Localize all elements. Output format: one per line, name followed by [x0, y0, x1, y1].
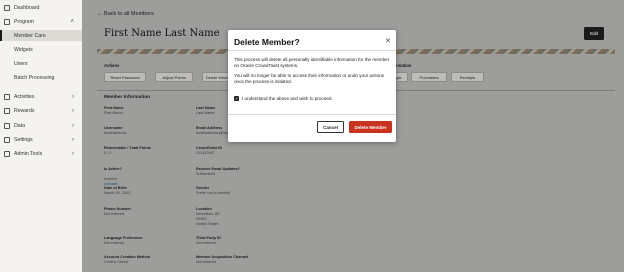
field-first-name: First Name First Name: [104, 106, 124, 116]
page-title: First Name Last Name: [104, 28, 220, 39]
field-value: 0 / 0: [104, 151, 112, 155]
sidebar-item-activities[interactable]: Activities ›: [0, 91, 82, 102]
sidebar-item-label: Program: [14, 18, 34, 25]
delete-member-dialog: Delete Member? ✕ This process will delet…: [228, 30, 396, 142]
field-value: Subscribed: [196, 172, 215, 176]
field-value: Prefer not to identify: [196, 191, 230, 195]
field-value: Not entered: [104, 212, 124, 216]
activities-icon: [4, 93, 10, 100]
dialog-divider: [228, 114, 396, 115]
sidebar-item-label: Member Care: [14, 32, 46, 39]
field-value: Ketchikan, AK 99950 United States: [196, 212, 220, 226]
field-value-row: Inactive Activate: [104, 172, 122, 187]
field-value: Not entered: [196, 241, 216, 245]
adjust-points-button[interactable]: Adjust Points: [155, 72, 193, 82]
field-last-name: Last Name Last Name: [196, 106, 215, 116]
program-icon: [4, 18, 10, 25]
sidebar-item-settings[interactable]: Settings ›: [0, 134, 82, 145]
sidebar-item-label: Settings: [14, 136, 33, 143]
field-points: Redeemable / Total Points 0 / 0: [104, 146, 151, 156]
field-value: emailaddress@fake: [196, 131, 230, 135]
dialog-divider: [228, 50, 396, 51]
field-is-active: Is Active? Inactive Activate: [104, 167, 122, 187]
sidebar-item-batch-processing[interactable]: Batch Processing: [0, 72, 82, 83]
sidebar-item-label: Admin Tools: [14, 150, 43, 157]
sidebar-item-dashboard[interactable]: Dashboard: [0, 2, 82, 13]
chevron-right-icon: ›: [72, 150, 74, 157]
sidebar-item-label: Rewards: [14, 107, 35, 114]
field-language-preference: Language Preference Not entered: [104, 236, 143, 246]
field-value: 211437687: [196, 151, 215, 155]
sidebar-item-label: Widgets: [14, 46, 33, 53]
dialog-message-2: You will no longer be able to access the…: [234, 73, 384, 85]
field-value: Inactive: [104, 177, 118, 181]
sidebar-item-member-care[interactable]: Member Care: [0, 30, 82, 41]
confirm-checkbox-label: I understand the above and wish to proce…: [242, 96, 333, 101]
dialog-title: Delete Member?: [234, 37, 300, 47]
confirm-checkbox-row[interactable]: ✓ I understand the above and wish to pro…: [234, 96, 333, 101]
field-username: Username emailaddress: [104, 126, 127, 136]
field-value: Not entered: [104, 241, 124, 245]
field-acquisition-channel: Member Acquisition Channel Not entered: [196, 255, 248, 265]
field-location: Location Ketchikan, AK 99950 United Stat…: [196, 207, 220, 227]
sidebar-item-label: Users: [14, 60, 28, 67]
sidebar-item-label: Batch Processing: [14, 74, 55, 81]
chevron-right-icon: ›: [72, 107, 74, 114]
arrow-left-icon: ←: [97, 11, 103, 17]
information-section-label: rmation: [396, 63, 412, 68]
sidebar-item-data[interactable]: Data ›: [0, 120, 82, 131]
edit-button[interactable]: Edit: [584, 27, 604, 40]
field-date-of-birth: Date of Birth March 30, 2003: [104, 186, 130, 196]
confirm-checkbox[interactable]: ✓: [234, 96, 239, 101]
actions-section-label: Actions: [104, 63, 120, 68]
receipts-button[interactable]: Receipts: [451, 72, 484, 82]
field-email-address: Email Address emailaddress@fake: [196, 126, 230, 136]
field-value: emailaddress: [104, 131, 127, 135]
dialog-message-1: This process will delete all personally …: [234, 57, 390, 69]
sidebar-item-admin-tools[interactable]: Admin Tools ›: [0, 148, 82, 159]
back-link-label: Back to all Members: [104, 11, 154, 17]
field-email-updates: Receive Email Updates? Subscribed: [196, 167, 240, 177]
field-label: Is Active?: [104, 167, 122, 171]
close-icon[interactable]: ✕: [385, 37, 391, 45]
field-account-creation-method: Account Creation Method Control Center: [104, 255, 150, 265]
field-value: Not entered: [196, 260, 216, 264]
sidebar: Dashboard Program ˄ Member Care Widgets …: [0, 0, 82, 272]
chevron-right-icon: ›: [72, 93, 74, 100]
field-value: March 30, 2003: [104, 191, 131, 195]
field-value: First Name: [104, 111, 123, 115]
sidebar-item-label: Data: [14, 122, 25, 129]
field-gender: Gender Prefer not to identify: [196, 186, 230, 196]
sidebar-item-widgets[interactable]: Widgets: [0, 44, 82, 55]
delete-member-button[interactable]: Delete Member: [349, 121, 392, 133]
sidebar-item-label: Dashboard: [14, 4, 40, 11]
purchases-button[interactable]: Purchases: [411, 72, 447, 82]
sidebar-item-users[interactable]: Users: [0, 58, 82, 69]
reset-password-button[interactable]: Reset Password: [104, 72, 146, 82]
rewards-icon: [4, 107, 10, 114]
back-link[interactable]: ← Back to all Members: [97, 11, 154, 17]
chevron-up-icon: ˄: [70, 18, 74, 25]
chevron-right-icon: ›: [72, 122, 74, 129]
settings-icon: [4, 136, 10, 143]
field-crowdtwist-id: CrowdTwist ID 211437687: [196, 146, 222, 156]
dashboard-icon: [4, 4, 10, 11]
sidebar-item-program[interactable]: Program ˄: [0, 16, 82, 27]
chevron-right-icon: ›: [72, 136, 74, 143]
field-value: Last Name: [196, 111, 215, 115]
cancel-button[interactable]: Cancel: [317, 121, 344, 133]
data-icon: [4, 122, 10, 129]
field-phone-number: Phone Number Not entered: [104, 207, 131, 217]
member-information-heading: Member Information: [104, 95, 151, 100]
sidebar-item-rewards[interactable]: Rewards ›: [0, 105, 82, 116]
admin-tools-icon: [4, 150, 10, 157]
field-third-party-id: Third Party ID Not entered: [196, 236, 221, 246]
field-value: Control Center: [104, 260, 129, 264]
sidebar-item-label: Activities: [14, 93, 35, 100]
